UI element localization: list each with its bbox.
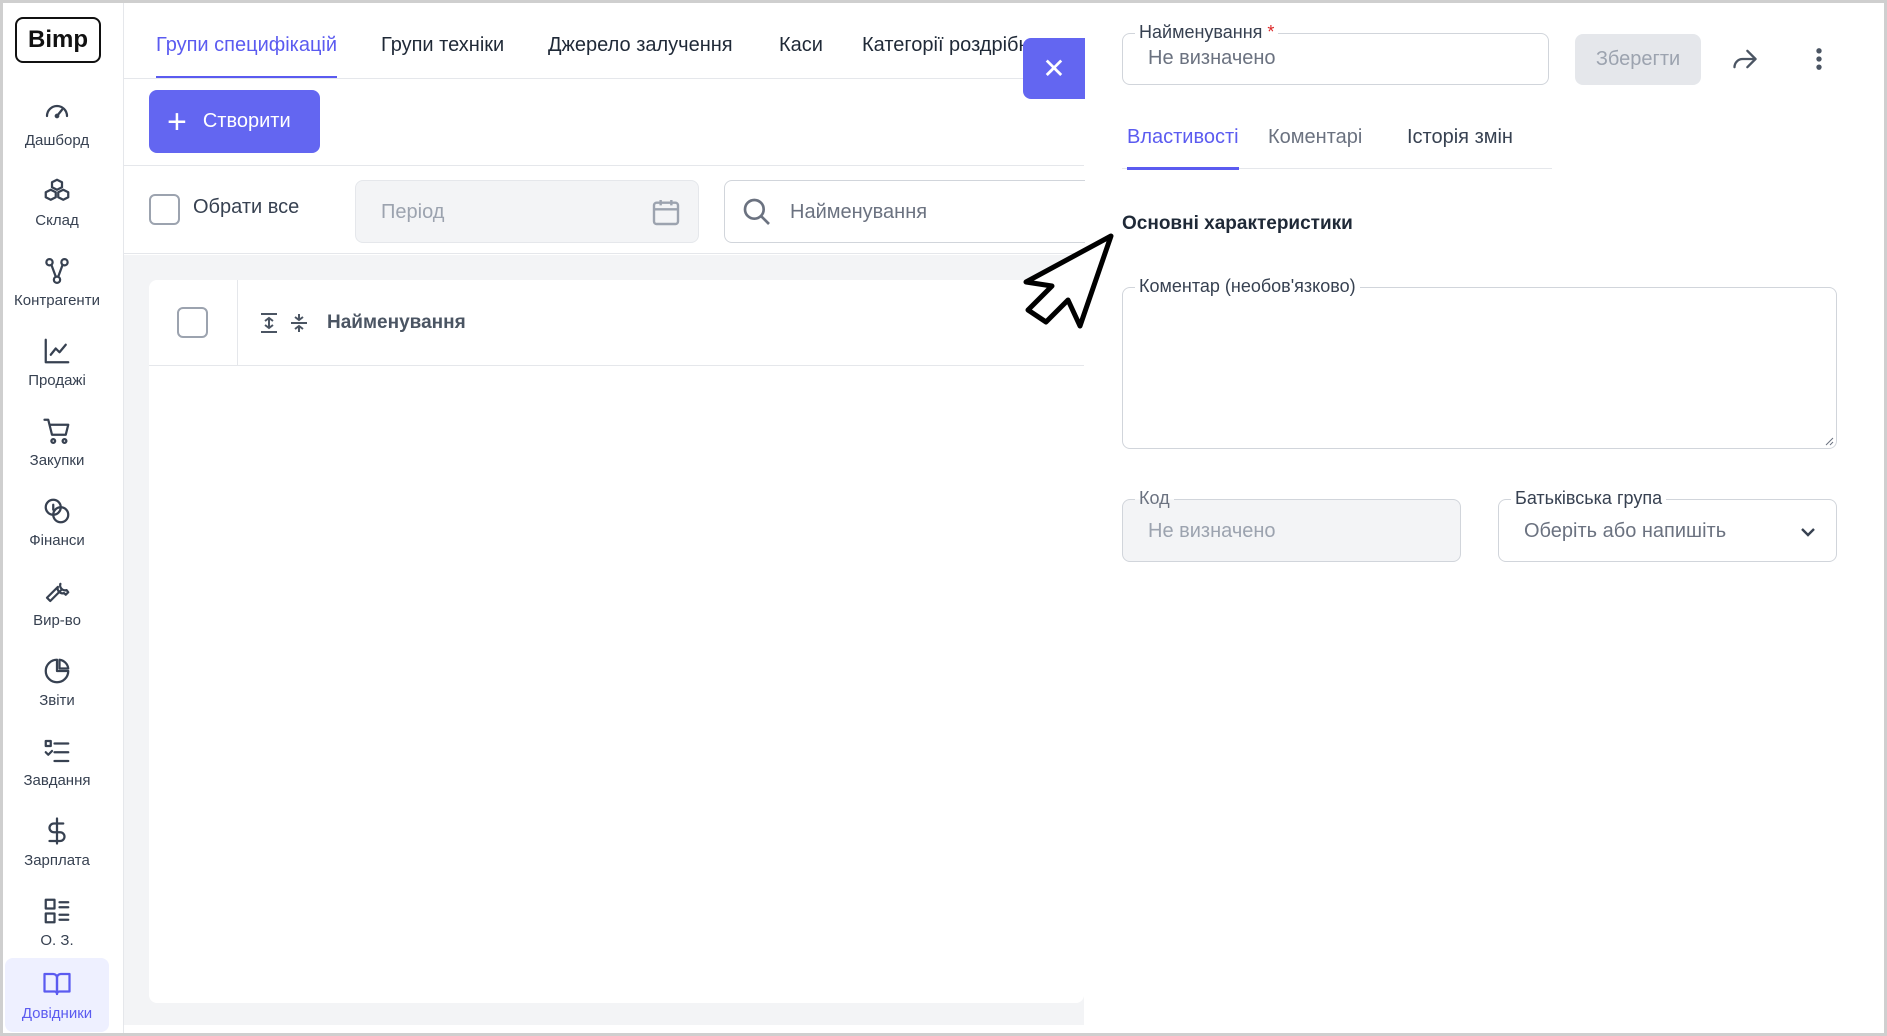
tab-properties[interactable]: Властивості xyxy=(1127,112,1239,170)
sidebar-item-label: Довідники xyxy=(21,1004,93,1022)
search-placeholder: Найменування xyxy=(790,201,928,223)
toolbar: + Створити xyxy=(124,80,1084,166)
select-all-checkbox[interactable] xyxy=(149,194,180,225)
collapse-rows-icon[interactable] xyxy=(289,312,309,334)
plus-icon: + xyxy=(167,102,187,141)
code-field-placeholder: Не визначено xyxy=(1148,520,1276,542)
sidebar-item-label: Завдання xyxy=(23,771,91,789)
mouse-cursor-icon xyxy=(1023,233,1114,329)
book-icon xyxy=(43,972,71,995)
required-mark: * xyxy=(1267,22,1275,42)
row-expand-controls xyxy=(259,312,309,334)
tab-acquisition-source[interactable]: Джерело залучення xyxy=(548,3,733,78)
create-button-label: Створити xyxy=(202,110,291,132)
dollar-icon xyxy=(48,816,66,845)
parent-group-select[interactable]: Батьківська група Оберіть або напишіть xyxy=(1498,488,1837,562)
sidebar-item-production[interactable]: Вир-во xyxy=(5,565,109,639)
sidebar-item-salary[interactable]: Зарплата xyxy=(5,805,109,879)
tab-cash-registers[interactable]: Каси xyxy=(779,3,823,78)
resize-handle-icon[interactable] xyxy=(1824,436,1834,446)
sidebar-item-label: О. З. xyxy=(40,931,74,949)
sidebar-item-label: Зарплата xyxy=(24,851,90,869)
code-field: Код Не визначено xyxy=(1122,488,1461,562)
data-table: Найменування xyxy=(149,280,1084,1003)
comment-field-label: Коментар (необов'язково) xyxy=(1135,276,1360,297)
sidebar-item-reports[interactable]: Звіти xyxy=(5,645,109,719)
sidebar-item-warehouse[interactable]: Склад xyxy=(5,165,109,239)
sidebar-item-finance[interactable]: Фінанси xyxy=(5,485,109,559)
assets-list-icon xyxy=(44,898,70,923)
parent-group-placeholder: Оберіть або напишіть xyxy=(1524,520,1727,542)
parent-group-label: Батьківська група xyxy=(1511,488,1667,509)
wrench-icon xyxy=(45,582,70,602)
code-field-label: Код xyxy=(1135,488,1174,509)
expand-rows-icon[interactable] xyxy=(259,312,279,334)
filter-bar: Обрати все Період Найменування xyxy=(124,166,1104,254)
pie-chart-icon xyxy=(44,658,70,683)
share-icon xyxy=(1733,49,1757,69)
period-placeholder: Період xyxy=(381,201,445,223)
sidebar-item-fixed-assets[interactable]: О. З. xyxy=(5,885,109,959)
sidebar-item-label: Закупки xyxy=(29,451,85,469)
network-icon xyxy=(45,257,69,284)
top-tabs: Групи специфікацій Групи техніки Джерело… xyxy=(124,3,1084,79)
drawer-tabs: Властивості Коментарі Історія змін xyxy=(1122,112,1552,170)
name-field-label: Найменування * xyxy=(1135,22,1279,43)
comment-field[interactable]: Коментар (необов'язково) xyxy=(1122,276,1837,449)
sidebar-item-label: Звіти xyxy=(39,691,75,709)
sidebar-item-label: Продажі xyxy=(28,371,86,389)
name-field-placeholder: Не визначено xyxy=(1148,47,1276,69)
close-icon: ✕ xyxy=(1042,53,1066,84)
tab-change-history[interactable]: Історія змін xyxy=(1407,112,1513,169)
save-button[interactable]: Зберегти xyxy=(1575,34,1701,85)
more-vertical-icon xyxy=(1816,48,1822,70)
share-button[interactable] xyxy=(1727,41,1763,77)
table-select-all-checkbox[interactable] xyxy=(177,307,208,338)
close-drawer-button[interactable]: ✕ xyxy=(1023,38,1085,99)
task-list-icon xyxy=(44,739,70,762)
sidebar-item-label: Склад xyxy=(35,211,79,229)
sidebar-item-label: Фінанси xyxy=(29,531,85,549)
sidebar-item-dashboard[interactable]: Дашборд xyxy=(5,85,109,159)
chevron-down-icon xyxy=(1801,528,1815,537)
app-logo[interactable]: Bimp xyxy=(15,17,101,63)
sidebar-item-tasks[interactable]: Завдання xyxy=(5,725,109,799)
detail-drawer: Найменування * Не визначено Зберегти Вла… xyxy=(1085,3,1884,1033)
select-all-label: Обрати все xyxy=(193,196,300,218)
sidebar-item-label: Контрагенти xyxy=(14,291,100,309)
gauge-icon xyxy=(45,104,69,118)
table-header: Найменування xyxy=(149,280,1084,366)
search-icon xyxy=(743,198,770,225)
sidebar-item-contractors[interactable]: Контрагенти xyxy=(5,245,109,319)
tab-specification-groups[interactable]: Групи специфікацій xyxy=(156,3,338,78)
coins-icon xyxy=(44,498,70,523)
boxes-icon xyxy=(44,178,70,201)
sidebar: Bimp Дашборд Склад Контрагенти Продажі З… xyxy=(3,3,124,1033)
cart-icon xyxy=(43,418,70,444)
column-header-name[interactable]: Найменування xyxy=(327,312,466,334)
name-field[interactable]: Найменування * Не визначено xyxy=(1122,22,1549,85)
create-button[interactable]: + Створити xyxy=(149,90,320,153)
name-field-label-text: Найменування xyxy=(1139,22,1263,42)
sidebar-item-purchases[interactable]: Закупки xyxy=(5,405,109,479)
sidebar-item-sales[interactable]: Продажі xyxy=(5,325,109,399)
sidebar-item-directories[interactable]: Довідники xyxy=(5,958,109,1032)
line-chart-icon xyxy=(44,338,70,363)
sidebar-item-label: Вир-во xyxy=(33,611,81,629)
period-filter[interactable]: Період xyxy=(355,180,699,243)
calendar-icon xyxy=(652,200,680,226)
more-options-button[interactable] xyxy=(1801,41,1837,77)
section-title: Основні характеристики xyxy=(1122,213,1353,234)
sidebar-item-label: Дашборд xyxy=(24,131,90,149)
column-divider xyxy=(237,280,238,366)
tab-equipment-groups[interactable]: Групи техніки xyxy=(381,3,504,78)
tab-comments[interactable]: Коментарі xyxy=(1268,112,1362,169)
